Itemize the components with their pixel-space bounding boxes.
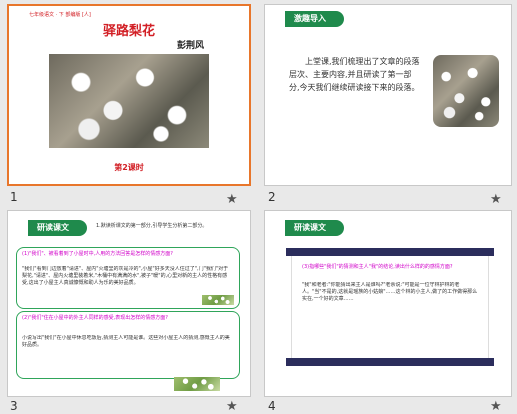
slide3-small-image-2	[174, 377, 220, 391]
slide2-blossom-image	[433, 55, 499, 127]
slide4-answer: "我"和老者:"你能猜出来主人是谁吗?"老余说:"可能是一位守林护林的老人。"当…	[302, 282, 478, 302]
slide4-scroll-panel: (3)指哪些"我们"的猜测和主人"我"的结论,读出什么样的的感情方面? "我"和…	[286, 248, 494, 366]
slide-number-2: 2	[268, 190, 276, 204]
slide-thumbnail-4[interactable]: 研读课文 (3)指哪些"我们"的猜测和主人"我"的结论,读出什么样的的感情方面?…	[264, 210, 512, 397]
slide1-header-small: 七年级语文 · 下 部编版 [人]	[29, 12, 91, 18]
slide3-small-image-1	[202, 295, 234, 305]
slide-animation-star-icon-4[interactable]: ★	[490, 399, 502, 414]
slide1-session: 第2课时	[114, 163, 144, 172]
slide-number-3: 3	[10, 399, 18, 413]
slide2-body-text: 上堂课,我们梳理出了文章的段落层次、主要内容,并且研读了第一部分,今天我们继续研…	[289, 57, 420, 92]
slide-animation-star-icon-3[interactable]: ★	[226, 399, 238, 414]
slide4-scroll-bottom-bar	[286, 358, 494, 366]
slide-animation-star-icon-1[interactable]: ★	[226, 192, 238, 207]
slide1-title: 驿路梨花	[102, 24, 155, 39]
slide4-section-tab: 研读课文	[285, 220, 344, 236]
slide-animation-star-icon-2[interactable]: ★	[490, 192, 502, 207]
slide1-author: 彭荆风	[177, 41, 205, 51]
slide-thumbnail-3[interactable]: 研读课文 1.默读析课文的第一部分,引导学生分析第二部分。 (1)"我们"、被看…	[7, 210, 251, 397]
slide1-pear-blossom-image	[49, 54, 209, 148]
slide3-question-1: (1)"我们"、被看着到了小屋时中,人用的方法回答是怎样的情感方面?	[22, 251, 173, 257]
slide3-question-2: (2)"我们"住在小屋中的外主人同样的感受,表现出怎样的情感方面?	[22, 315, 168, 321]
slide-thumbnail-2[interactable]: 激趣导入 上堂课,我们梳理出了文章的段落层次、主要内容,并且研读了第一部分,今天…	[264, 4, 512, 186]
slide-thumbnail-1[interactable]: 七年级语文 · 下 部编版 [人] 驿路梨花 彭荆风 第2课时	[7, 4, 251, 186]
slide-number-1: 1	[10, 190, 18, 204]
slide3-answer-2: 小说写出"我们"在小屋中休息吃饭后,猜测主人可能是谁。这些对小屋主人的猜测,感慨…	[22, 335, 230, 348]
slide2-section-tab: 激趣导入	[285, 11, 344, 27]
slide-number-4: 4	[268, 399, 276, 413]
slide4-scroll-top-bar	[286, 248, 494, 256]
slide3-answer-1: "我们"看到门边放着"请进"、屋内"火塘里的灰是冷的",小屋"好多天没人住过了"…	[22, 266, 229, 286]
slide3-section-tab: 研读课文	[28, 220, 87, 236]
slide3-intro: 1.默读析课文的第一部分,引导学生分析第二部分。	[96, 223, 208, 229]
slide4-question: (3)指哪些"我们"的猜测和主人"我"的结论,读出什么样的的感情方面?	[302, 264, 453, 270]
